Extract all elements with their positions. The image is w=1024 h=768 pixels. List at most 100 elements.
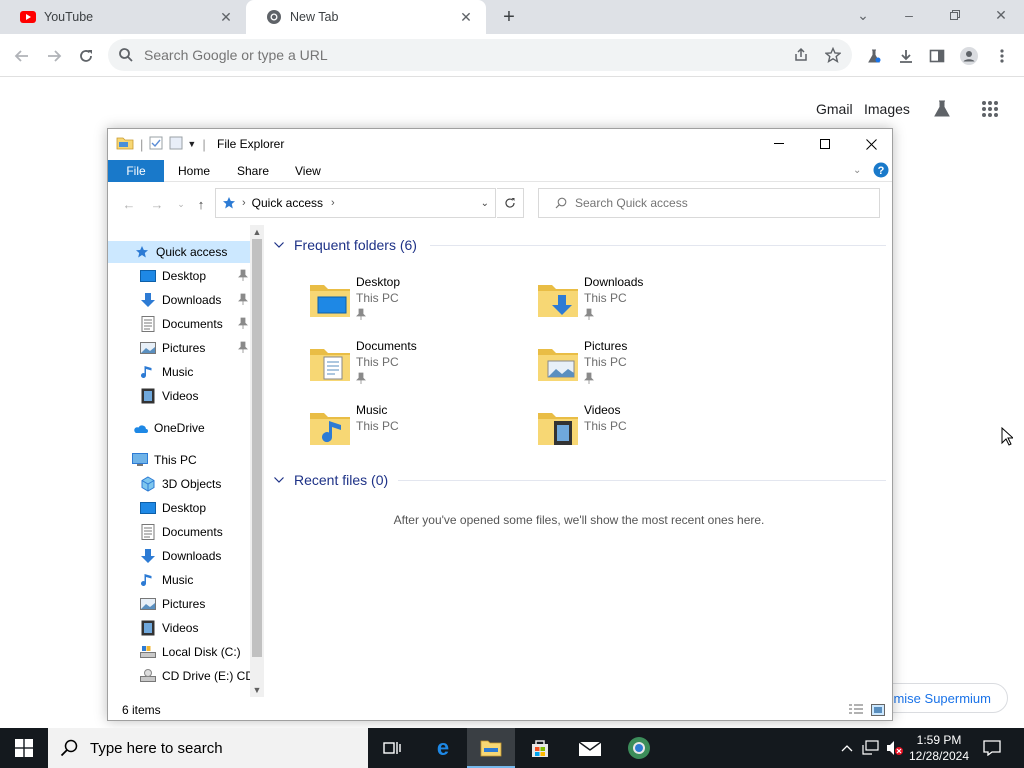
folder-tile-pictures[interactable]: Pictures This PC xyxy=(536,339,756,397)
nav-item-pc-pictures[interactable]: Pictures xyxy=(108,593,250,615)
breadcrumb-chevron-icon[interactable]: › xyxy=(331,197,335,209)
close-window-icon[interactable]: ✕ xyxy=(978,0,1024,30)
taskbar-app-edge[interactable]: e xyxy=(419,728,467,768)
forward-arrow-icon[interactable]: → xyxy=(148,195,166,213)
folder-tile-documents[interactable]: Documents This PC xyxy=(308,339,528,397)
reload-icon[interactable] xyxy=(72,42,100,70)
minimize-icon[interactable] xyxy=(756,129,802,159)
forward-arrow-icon[interactable] xyxy=(40,42,68,70)
start-button[interactable] xyxy=(0,728,48,768)
volume-muted-icon[interactable] xyxy=(884,728,906,768)
explorer-search-input[interactable] xyxy=(575,196,865,210)
tab-new-tab[interactable]: New Tab ✕ xyxy=(246,0,486,34)
quick-access-star-icon xyxy=(134,244,150,260)
share-icon[interactable] xyxy=(791,45,811,65)
nav-item-this-pc[interactable]: This PC xyxy=(108,449,250,471)
notifications-icon[interactable] xyxy=(978,728,1006,768)
collapse-chevron-icon[interactable] xyxy=(274,477,288,483)
refresh-button[interactable] xyxy=(497,188,524,218)
nav-item-pc-downloads[interactable]: Downloads xyxy=(108,545,250,567)
download-icon[interactable] xyxy=(892,42,920,70)
scroll-up-arrow-icon[interactable]: ▲ xyxy=(250,225,264,239)
new-tab-plus-icon[interactable]: + xyxy=(498,6,520,28)
ribbon-tab-home[interactable]: Home xyxy=(178,160,210,182)
tab-search-chevron-icon[interactable]: ⌄ xyxy=(840,0,886,30)
breadcrumb-quick-access[interactable]: Quick access xyxy=(252,196,323,210)
folder-tile-music[interactable]: Music This PC xyxy=(308,403,528,461)
nav-item-quick-access[interactable]: Quick access xyxy=(108,241,250,263)
nav-item-downloads[interactable]: Downloads xyxy=(108,289,250,311)
new-folder-icon[interactable] xyxy=(169,136,183,153)
back-arrow-icon[interactable] xyxy=(8,42,36,70)
side-panel-icon[interactable] xyxy=(923,42,951,70)
nav-item-pc-documents[interactable]: Documents xyxy=(108,521,250,543)
nav-pane-scrollbar[interactable]: ▲ ▼ xyxy=(250,225,264,697)
address-bar[interactable]: › Quick access › ⌄ xyxy=(215,188,496,218)
task-view-button[interactable] xyxy=(368,728,416,768)
onedrive-cloud-icon xyxy=(132,420,148,436)
restore-icon[interactable] xyxy=(932,0,978,30)
taskbar-app-file-explorer[interactable] xyxy=(467,728,515,768)
taskbar-app-store[interactable] xyxy=(516,728,564,768)
nav-item-cd-drive[interactable]: CD Drive (E:) CDR xyxy=(108,665,250,687)
menu-kebab-icon[interactable] xyxy=(988,42,1016,70)
help-icon[interactable]: ? xyxy=(873,162,889,181)
folder-tile-videos[interactable]: Videos This PC xyxy=(536,403,756,461)
explorer-search-box[interactable] xyxy=(538,188,880,218)
close-window-icon[interactable] xyxy=(848,129,894,159)
collapse-chevron-icon[interactable] xyxy=(274,242,288,248)
details-view-icon[interactable] xyxy=(848,703,864,717)
nav-item-pc-desktop[interactable]: Desktop xyxy=(108,497,250,519)
scroll-down-arrow-icon[interactable]: ▼ xyxy=(250,683,264,697)
nav-item-pictures[interactable]: Pictures xyxy=(108,337,250,359)
svg-text:e: e xyxy=(437,737,449,759)
pin-icon xyxy=(584,308,594,323)
gmail-link[interactable]: Gmail xyxy=(816,101,853,117)
labs-flask-icon[interactable] xyxy=(932,99,952,122)
maximize-icon[interactable] xyxy=(802,129,848,159)
nav-item-pc-music[interactable]: Music xyxy=(108,569,250,591)
properties-icon[interactable] xyxy=(149,136,163,153)
up-arrow-icon[interactable]: ↑ xyxy=(192,195,210,213)
back-arrow-icon[interactable]: ← xyxy=(120,195,138,213)
taskbar-search-box[interactable]: Type here to search xyxy=(48,728,368,768)
ribbon-tab-view[interactable]: View xyxy=(295,160,321,182)
nav-item-pc-videos[interactable]: Videos xyxy=(108,617,250,639)
folder-tile-desktop[interactable]: Desktop This PC xyxy=(308,275,528,333)
nav-item-local-disk[interactable]: Local Disk (C:) xyxy=(108,641,250,663)
large-icons-view-icon[interactable] xyxy=(870,703,886,717)
ribbon-tab-file[interactable]: File xyxy=(108,160,164,182)
network-icon[interactable] xyxy=(860,728,882,768)
nav-item-onedrive[interactable]: OneDrive xyxy=(108,417,250,439)
show-hidden-icons-chevron-icon[interactable] xyxy=(838,728,856,768)
close-tab-icon[interactable]: ✕ xyxy=(458,9,474,25)
nav-item-videos[interactable]: Videos xyxy=(108,385,250,407)
nav-item-desktop[interactable]: Desktop xyxy=(108,265,250,287)
taskbar-app-supermium[interactable] xyxy=(615,728,663,768)
group-header-frequent-folders[interactable]: Frequent folders (6) xyxy=(274,235,417,255)
bookmark-star-icon[interactable] xyxy=(823,45,843,65)
nav-item-music[interactable]: Music xyxy=(108,361,250,383)
breadcrumb-chevron-icon[interactable]: › xyxy=(242,197,246,209)
taskbar-clock[interactable]: 1:59 PM 12/28/2024 xyxy=(906,732,972,764)
tab-youtube[interactable]: YouTube ✕ xyxy=(0,0,246,34)
address-dropdown-icon[interactable]: ⌄ xyxy=(481,198,489,209)
expand-ribbon-chevron-icon[interactable]: ⌄ xyxy=(853,165,861,176)
close-tab-icon[interactable]: ✕ xyxy=(218,9,234,25)
labs-flask-icon[interactable] xyxy=(860,42,888,70)
recent-locations-chevron-icon[interactable]: ⌄ xyxy=(172,195,190,213)
omnibox-input[interactable] xyxy=(144,47,744,63)
ribbon-tab-share[interactable]: Share xyxy=(237,160,269,182)
nav-item-documents[interactable]: Documents xyxy=(108,313,250,335)
group-header-recent-files[interactable]: Recent files (0) xyxy=(274,470,388,490)
scrollbar-thumb[interactable] xyxy=(252,239,262,657)
folder-tile-downloads[interactable]: Downloads This PC xyxy=(536,275,756,333)
apps-grid-icon[interactable] xyxy=(981,100,999,121)
taskbar-app-mail[interactable] xyxy=(566,728,614,768)
nav-item-3d-objects[interactable]: 3D Objects xyxy=(108,473,250,495)
qat-dropdown-icon[interactable]: ▼ xyxy=(187,139,196,149)
minimize-icon[interactable]: – xyxy=(886,0,932,30)
omnibox[interactable] xyxy=(108,39,852,71)
profile-avatar-icon[interactable] xyxy=(955,42,983,70)
images-link[interactable]: Images xyxy=(864,101,910,117)
